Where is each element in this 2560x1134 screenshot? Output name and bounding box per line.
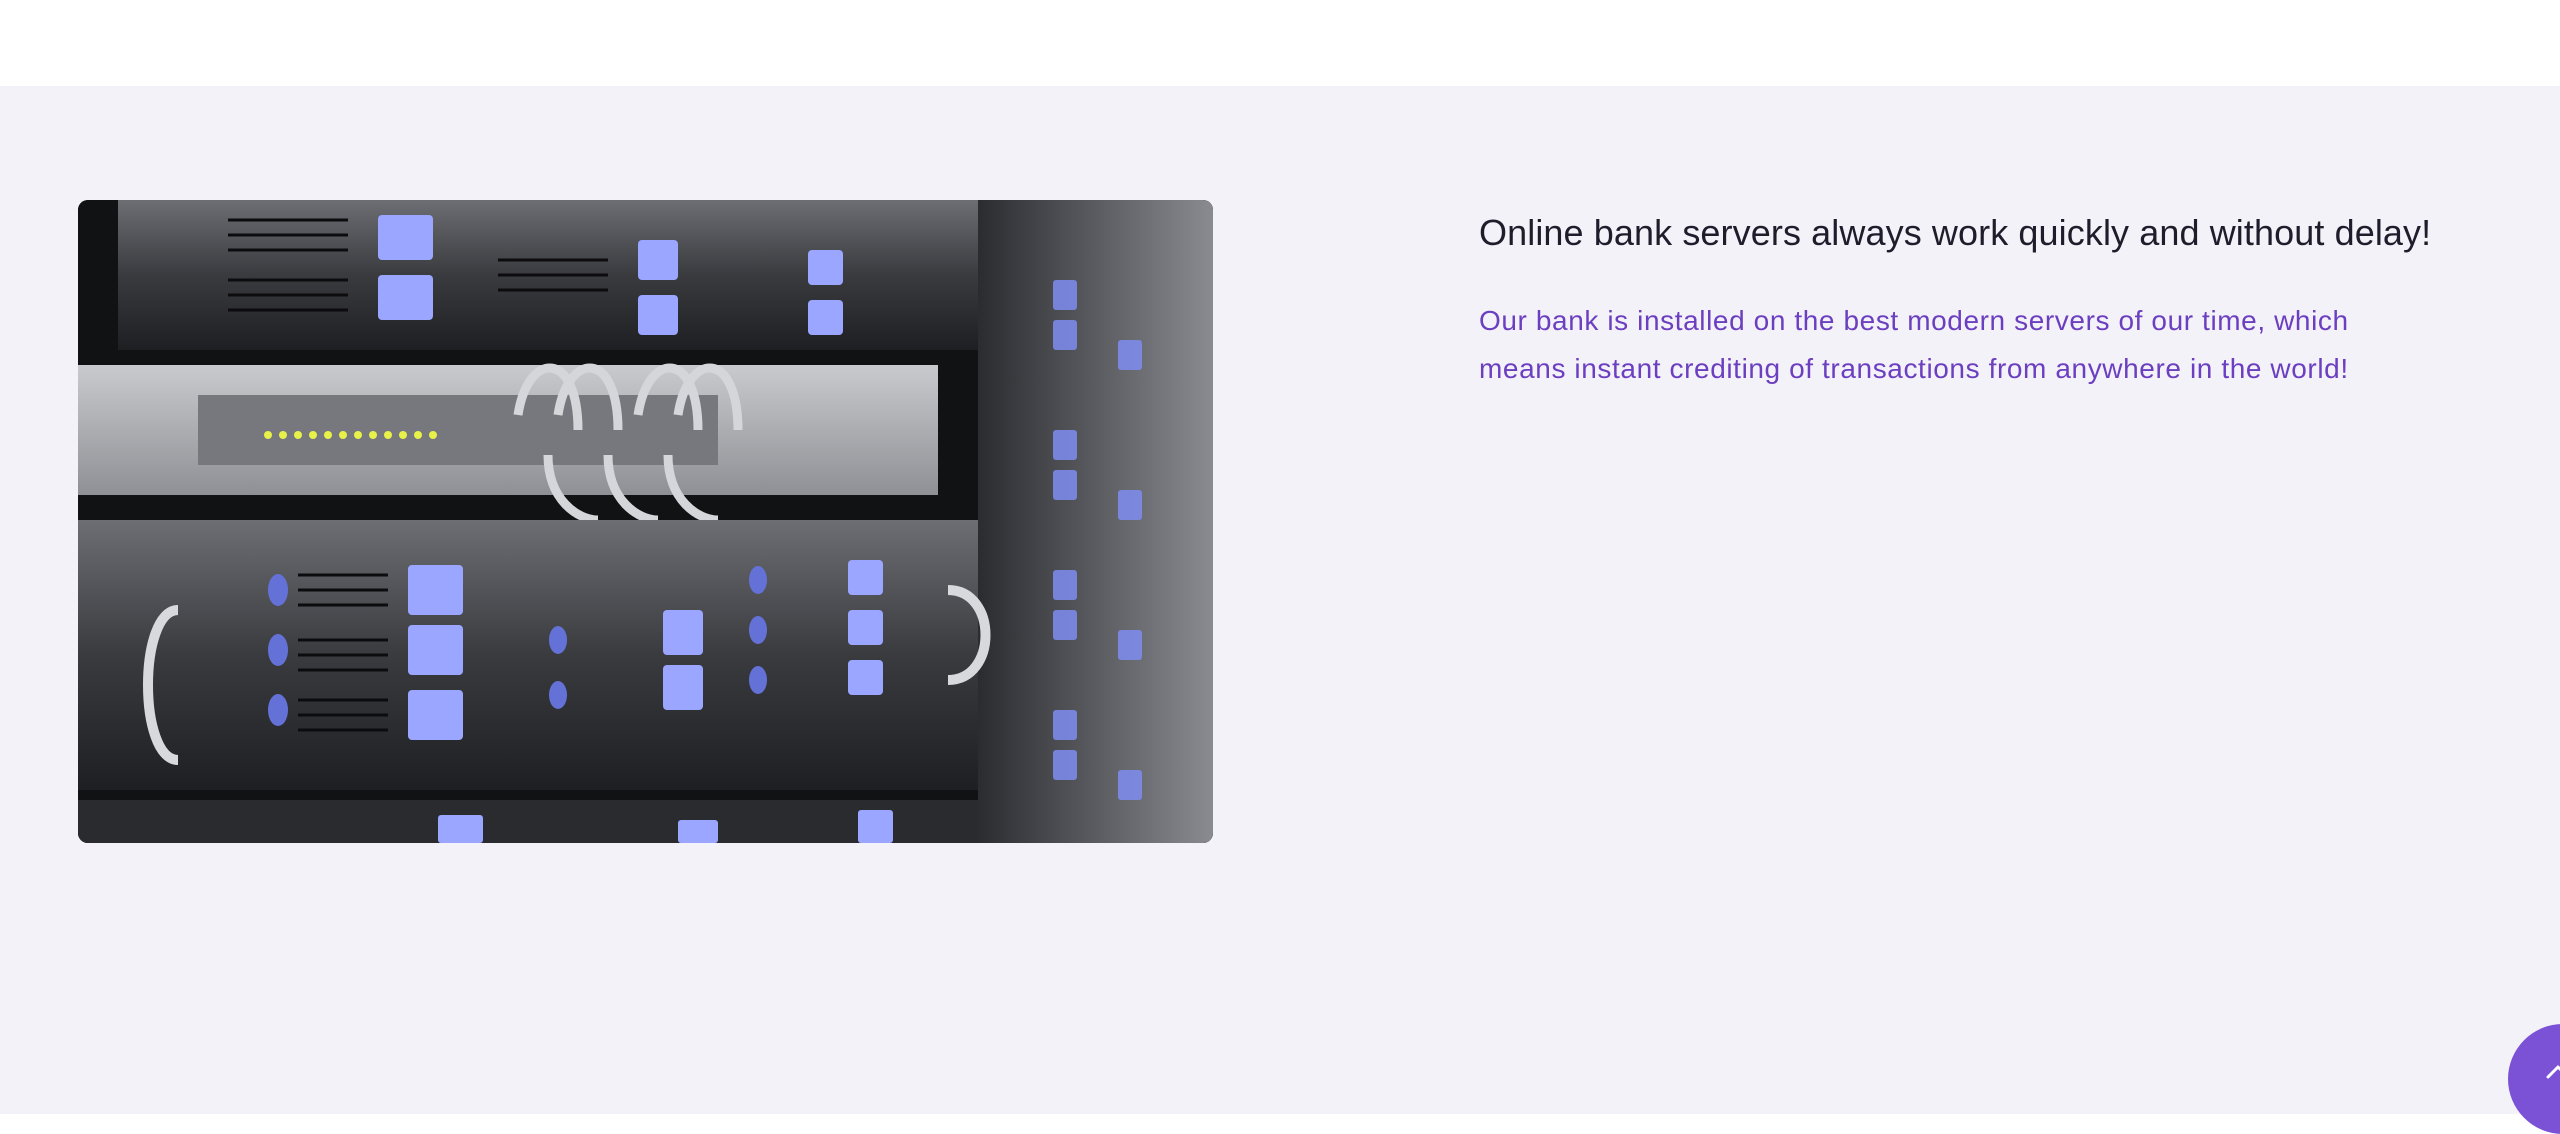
chevron-up-icon <box>2546 1065 2560 1079</box>
feature-title: Online bank servers always work quickly … <box>1479 212 2432 253</box>
feature-description: Our bank is installed on the best modern… <box>1479 304 2349 384</box>
server-rack-image <box>78 200 1213 843</box>
top-header-strip <box>0 0 2560 86</box>
feature-text-block: Online bank servers always work quickly … <box>1479 200 2439 393</box>
server-rack-illustration <box>78 200 1213 843</box>
